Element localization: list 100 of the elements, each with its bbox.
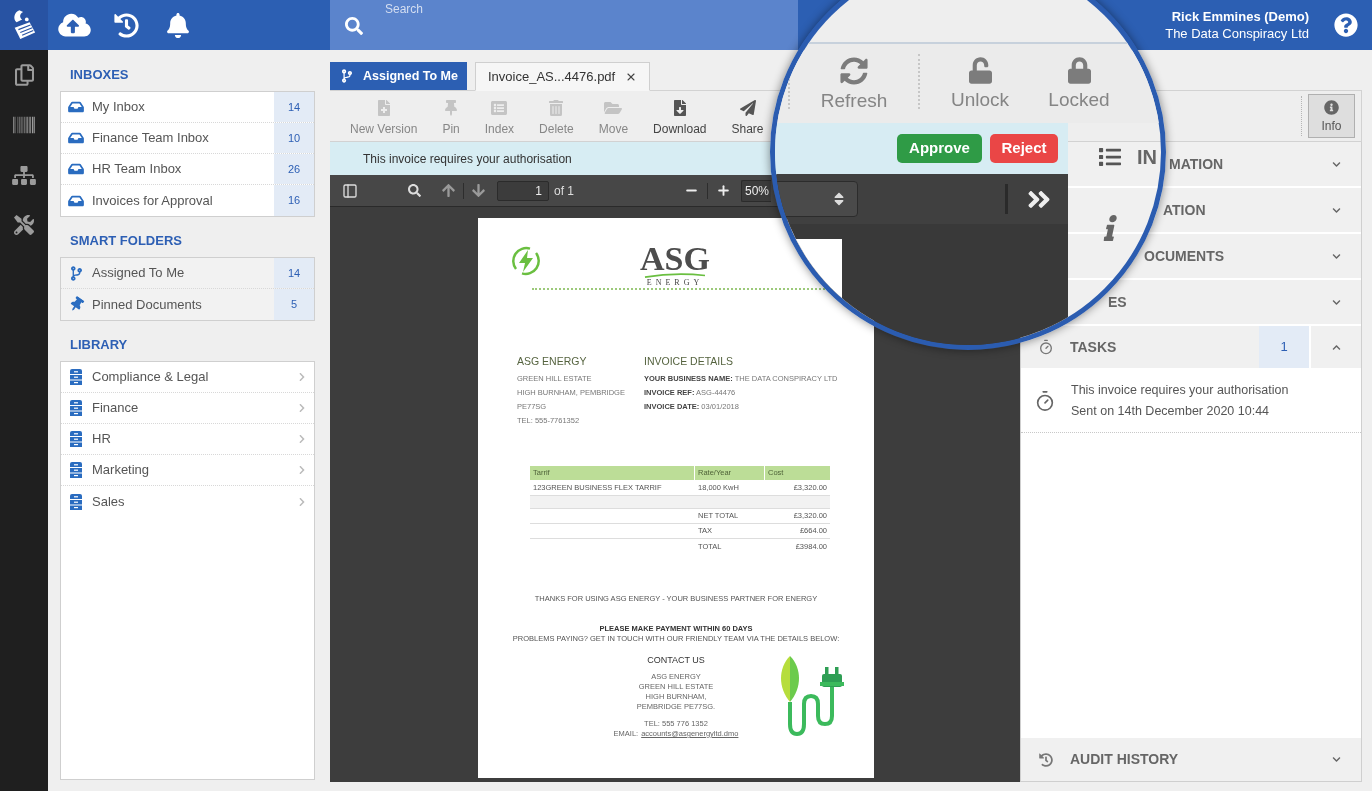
section-label: AUDIT HISTORY <box>1070 750 1179 769</box>
unlocked-padlock-icon <box>968 57 992 84</box>
info-icon <box>1103 215 1119 241</box>
share-button[interactable]: Share <box>731 100 764 136</box>
item-count: 5 <box>274 289 314 320</box>
arrow-down-icon[interactable] <box>472 183 485 198</box>
chevron-down-icon[interactable] <box>1331 297 1341 307</box>
section-label: MATION <box>1169 154 1224 174</box>
barcode-icon[interactable] <box>13 114 35 136</box>
help-icon[interactable] <box>1334 13 1358 37</box>
hierarchy-icon[interactable] <box>12 165 36 185</box>
sidebar-item[interactable]: Marketing <box>61 455 314 486</box>
chevron-down-icon[interactable] <box>1331 755 1341 764</box>
pushpin-icon <box>445 100 458 116</box>
sidebar-item[interactable]: HR <box>61 424 314 455</box>
sender-name: ASG ENERGY <box>517 354 588 368</box>
user-name: Rick Emmines (Demo) <box>1171 8 1309 25</box>
chevron-down-icon[interactable] <box>1331 159 1341 169</box>
branch-icon <box>70 265 82 281</box>
history-icon <box>1039 752 1053 767</box>
refresh-icon <box>840 57 868 85</box>
logo-tagline: ENERGY <box>646 278 704 287</box>
chevron-right-icon <box>299 372 305 382</box>
search-icon[interactable] <box>408 184 421 197</box>
chevron-right-icon <box>299 403 305 413</box>
company-name: The Data Conspiracy Ltd <box>1165 25 1309 42</box>
chevron-down-icon[interactable] <box>1331 251 1341 261</box>
page-number-field[interactable]: 1 <box>497 180 549 201</box>
magnified-zoom-select[interactable] <box>775 181 858 217</box>
section-label: ATION <box>1163 200 1206 220</box>
zoom-select[interactable]: 50% <box>741 179 771 202</box>
tools-icon[interactable] <box>14 215 34 235</box>
sidebar-item[interactable]: Sales <box>61 486 314 517</box>
file-plus-icon <box>377 100 390 116</box>
notice-text: This invoice requires your authorisation <box>363 150 572 168</box>
invoice-details-title: INVOICE DETAILS <box>644 354 735 368</box>
reject-button[interactable]: Reject <box>990 134 1058 163</box>
chevron-right-icon <box>299 434 305 444</box>
sidebar-item[interactable]: Finance <box>61 393 314 424</box>
document-tab[interactable]: Invoice_AS...4476.pdf <box>475 62 651 91</box>
inbox-tray-icon <box>68 100 84 114</box>
sidebar-toggle-icon[interactable] <box>342 182 358 199</box>
task-title: This invoice requires your authorisation <box>1071 382 1289 399</box>
page-count: of 1 <box>554 182 574 200</box>
section-title: LIBRARY <box>69 336 129 354</box>
up-down-arrows-icon <box>834 191 844 207</box>
task-count: 1 <box>1259 326 1311 368</box>
task-item[interactable]: This invoice requires your authorisation Sent on 14th December 2020 10:44 <box>1021 370 1361 433</box>
download-button[interactable]: Download <box>653 100 707 136</box>
stopwatch-icon <box>1038 339 1054 355</box>
item-count: 16 <box>274 185 314 216</box>
lightning-bolt-icon <box>510 245 542 277</box>
item-count: 26 <box>274 154 314 184</box>
item-count: 14 <box>274 92 314 122</box>
history-icon[interactable] <box>113 12 139 38</box>
sidebar-item[interactable]: Invoices for Approval 16 <box>61 185 314 216</box>
file-cabinet-icon <box>70 400 82 416</box>
sidebar-item[interactable]: My Inbox 14 <box>61 92 314 123</box>
file-cabinet-icon <box>70 493 82 510</box>
info-button[interactable]: Info <box>1308 94 1355 138</box>
inbox-tray-icon <box>68 131 84 145</box>
task-sent-date: Sent on 14th December 2020 10:44 <box>1071 403 1271 420</box>
sidebar-item[interactable]: Pinned Documents 5 <box>61 289 314 320</box>
chevron-up-icon[interactable] <box>1331 342 1341 352</box>
search-icon <box>345 17 363 35</box>
item-count: 10 <box>274 123 314 153</box>
list-icon <box>1097 146 1123 168</box>
padlock-icon <box>1067 57 1091 84</box>
trash-icon <box>549 100 564 116</box>
list-icon <box>491 100 508 116</box>
folder-icon <box>604 100 623 116</box>
stopwatch-icon <box>1034 390 1056 412</box>
approve-button[interactable]: Approve <box>897 134 982 163</box>
file-cabinet-icon <box>70 369 82 385</box>
magnified-section-label: IN <box>1137 145 1157 169</box>
item-count: 14 <box>274 258 314 288</box>
section-title: SMART FOLDERS <box>69 232 183 250</box>
sidebar-item[interactable]: Compliance & Legal <box>61 362 314 393</box>
sidebar-item[interactable]: HR Team Inbox 26 <box>61 154 314 185</box>
paper-plane-icon <box>739 100 756 116</box>
info-icon <box>1324 99 1339 115</box>
file-download-icon <box>673 100 686 116</box>
inbox-tray-icon <box>68 193 84 208</box>
app-logo-icon[interactable] <box>0 0 48 50</box>
sidebar-item[interactable]: Assigned To Me 14 <box>61 258 314 289</box>
sidebar-item[interactable]: Finance Team Inbox 10 <box>61 123 314 154</box>
chevron-right-icon <box>299 496 305 507</box>
upload-cloud-icon[interactable] <box>57 12 91 38</box>
bell-icon[interactable] <box>167 12 189 38</box>
chevron-down-icon[interactable] <box>1331 205 1341 215</box>
section-label: TASKS <box>1070 337 1117 357</box>
logo-wordmark: ASG <box>640 245 710 273</box>
chevron-right-icon <box>299 465 305 475</box>
arrow-up-icon[interactable] <box>442 183 455 198</box>
folder-tab[interactable]: Assigned To Me <box>330 62 467 90</box>
inbox-tray-icon <box>68 162 84 176</box>
zoom-in-icon[interactable] <box>716 183 731 198</box>
branch-icon <box>342 69 352 83</box>
section-title: INBOXES <box>69 66 130 84</box>
documents-icon[interactable] <box>14 64 34 86</box>
